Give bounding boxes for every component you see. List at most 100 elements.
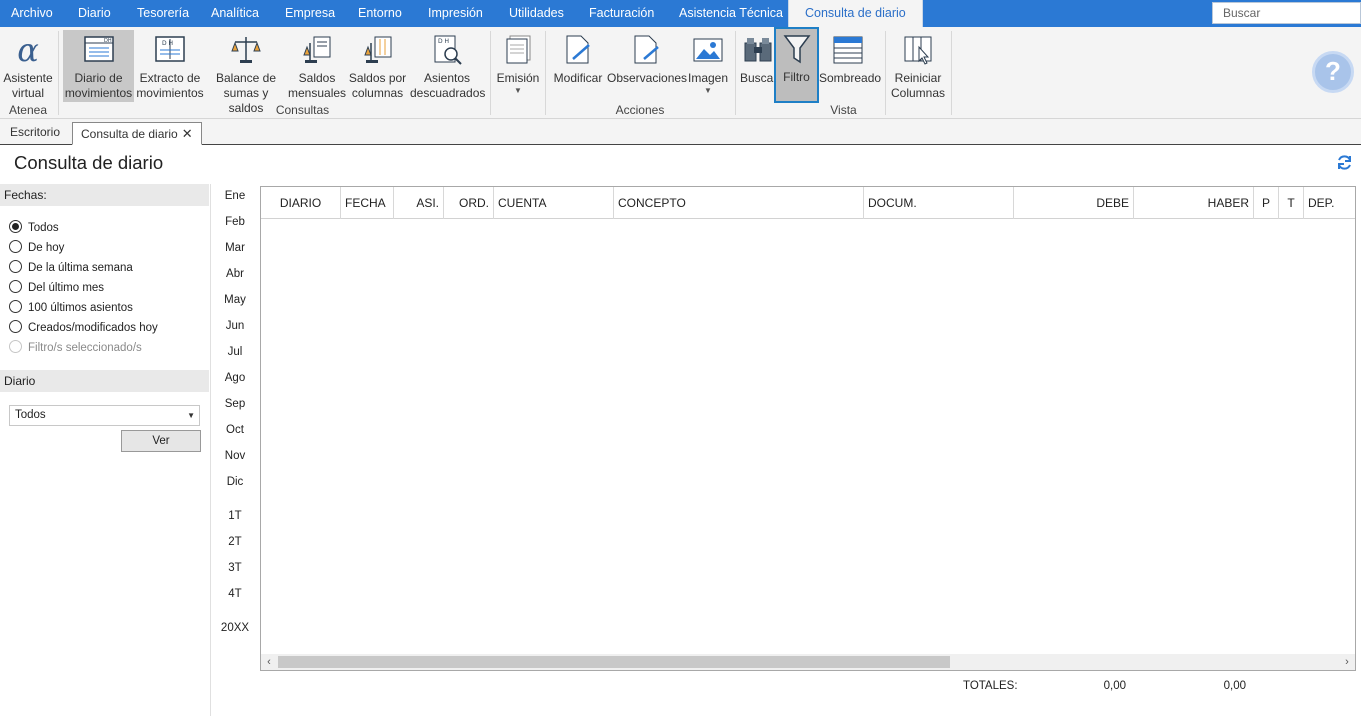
saldos-mensuales-button[interactable]: Saldos mensuales <box>288 30 346 102</box>
help-icon[interactable]: ? <box>1312 51 1354 93</box>
fechas-header: Fechas: <box>0 184 209 206</box>
buscar-button[interactable]: Buscar <box>740 30 777 102</box>
group-label-consultas: Consultas <box>275 103 330 117</box>
menu-utilidades[interactable]: Utilidades <box>509 0 564 27</box>
radio-label: Del último mes <box>28 282 105 294</box>
radio-100-ultimos[interactable]: 100 últimos asientos <box>9 299 133 317</box>
chevron-down-icon: ▼ <box>704 86 712 95</box>
balance-sumas-saldos-button[interactable]: Balance de sumas y saldos <box>207 30 285 115</box>
group-label-vista: Vista <box>830 103 857 117</box>
menu-empresa[interactable]: Empresa <box>285 0 335 27</box>
column-header-asi[interactable]: ASI. <box>394 187 444 219</box>
menu-archivo[interactable]: Archivo <box>11 0 53 27</box>
diario-label-1: Diario de <box>74 71 123 85</box>
column-header-docum[interactable]: DOCUM. <box>864 187 1014 219</box>
column-header-dep[interactable]: DEP. <box>1304 187 1355 219</box>
radio-ultimo-mes[interactable]: Del último mes <box>9 279 104 297</box>
month-dic[interactable]: Dic <box>214 476 256 488</box>
filtro-button[interactable]: Filtro <box>774 27 819 103</box>
totals-debe: 0,00 <box>1103 680 1126 692</box>
month-nov[interactable]: Nov <box>214 450 256 462</box>
edit-document-icon <box>566 35 590 64</box>
column-header-haber[interactable]: HABER <box>1134 187 1254 219</box>
quarter-2t[interactable]: 2T <box>214 536 256 548</box>
month-mar[interactable]: Mar <box>214 242 256 254</box>
radio-label: 100 últimos asientos <box>28 302 133 314</box>
totals-label: TOTALES: <box>963 680 1018 692</box>
year-20xx[interactable]: 20XX <box>214 622 256 634</box>
radio-button[interactable] <box>9 280 22 294</box>
radio-button[interactable] <box>9 300 22 314</box>
radio-todos[interactable]: Todos <box>9 219 59 237</box>
month-oct[interactable]: Oct <box>214 424 256 436</box>
month-ago[interactable]: Ago <box>214 372 256 384</box>
diario-select[interactable]: Todos ▼ <box>9 405 200 426</box>
observaciones-button[interactable]: Observaciones <box>607 30 687 102</box>
horizontal-scrollbar[interactable]: ‹ › <box>261 654 1355 670</box>
search-input[interactable]: Buscar <box>1212 2 1361 24</box>
menu-consulta-de-diario[interactable]: Consulta de diario <box>788 0 923 27</box>
extracto-label-2: movimientos <box>136 86 204 100</box>
diario-select-value: Todos <box>15 409 46 421</box>
radio-button-disabled <box>9 340 22 354</box>
menu-diario[interactable]: Diario <box>78 0 111 27</box>
grid-header: DIARIO FECHA ASI. ORD. CUENTA CONCEPTO D… <box>261 187 1355 219</box>
scrollbar-thumb[interactable] <box>278 656 950 668</box>
menu-tesoreria[interactable]: Tesorería <box>137 0 189 27</box>
extracto-de-movimientos-button[interactable]: D H Extracto de movimientos <box>136 30 204 102</box>
diario-de-movimientos-button[interactable]: DH Diario de movimientos <box>63 30 134 102</box>
column-header-ord[interactable]: ORD. <box>444 187 494 219</box>
radio-button[interactable] <box>9 320 22 334</box>
column-header-fecha[interactable]: FECHA <box>341 187 394 219</box>
radio-button[interactable] <box>9 260 22 274</box>
column-header-t[interactable]: T <box>1279 187 1304 219</box>
sombreado-label: Sombreado <box>819 71 882 85</box>
month-abr[interactable]: Abr <box>214 268 256 280</box>
saldos-columnas-label-1: Saldos por <box>348 71 407 85</box>
refresh-icon[interactable] <box>1336 154 1353 176</box>
column-header-p[interactable]: P <box>1254 187 1279 219</box>
saldos-por-columnas-button[interactable]: Saldos por columnas <box>348 30 407 102</box>
tab-consulta-de-diario[interactable]: Consulta de diario ✕ <box>72 122 202 145</box>
scroll-left-icon[interactable]: ‹ <box>261 654 277 670</box>
month-ene[interactable]: Ene <box>214 190 256 202</box>
quarter-4t[interactable]: 4T <box>214 588 256 600</box>
quarter-1t[interactable]: 1T <box>214 510 256 522</box>
radio-ultima-semana[interactable]: De la última semana <box>9 259 133 277</box>
reiniciar-columnas-button[interactable]: Reiniciar Columnas <box>890 30 946 102</box>
menu-impresion[interactable]: Impresión <box>428 0 483 27</box>
radio-de-hoy[interactable]: De hoy <box>9 239 64 257</box>
radio-label: Filtro/s seleccionado/s <box>28 342 142 354</box>
month-sep[interactable]: Sep <box>214 398 256 410</box>
column-header-debe[interactable]: DEBE <box>1014 187 1134 219</box>
document-tabs: Escritorio Consulta de diario ✕ <box>0 119 1361 145</box>
close-icon[interactable]: ✕ <box>182 126 193 141</box>
binoculars-icon <box>744 38 772 62</box>
asistente-virtual-button[interactable]: α Asistente virtual <box>2 30 54 102</box>
radio-button[interactable] <box>9 240 22 254</box>
menu-analitica[interactable]: Analítica <box>211 0 259 27</box>
month-jun[interactable]: Jun <box>214 320 256 332</box>
menu-asistencia-tecnica[interactable]: Asistencia Técnica <box>679 0 783 27</box>
radio-button-checked[interactable] <box>9 220 22 234</box>
month-jul[interactable]: Jul <box>214 346 256 358</box>
month-feb[interactable]: Feb <box>214 216 256 228</box>
emision-button[interactable]: Emisión ▼ <box>495 30 541 102</box>
menu-entorno[interactable]: Entorno <box>358 0 402 27</box>
column-balance-icon <box>363 36 391 63</box>
radio-creados-modificados[interactable]: Creados/modificados hoy <box>9 319 158 337</box>
sombreado-button[interactable]: Sombreado <box>819 30 881 102</box>
column-header-diario[interactable]: DIARIO <box>261 187 341 219</box>
group-separator <box>951 31 952 115</box>
ver-button[interactable]: Ver <box>121 430 201 452</box>
quarter-3t[interactable]: 3T <box>214 562 256 574</box>
scroll-right-icon[interactable]: › <box>1339 654 1355 670</box>
tab-escritorio[interactable]: Escritorio <box>2 122 68 145</box>
imagen-button[interactable]: Imagen ▼ <box>687 30 729 102</box>
column-header-cuenta[interactable]: CUENTA <box>494 187 614 219</box>
modificar-button[interactable]: Modificar <box>551 30 605 102</box>
column-header-concepto[interactable]: CONCEPTO <box>614 187 864 219</box>
month-may[interactable]: May <box>214 294 256 306</box>
asientos-descuadrados-button[interactable]: D H Asientos descuadrados <box>410 30 485 102</box>
menu-facturacion[interactable]: Facturación <box>589 0 654 27</box>
